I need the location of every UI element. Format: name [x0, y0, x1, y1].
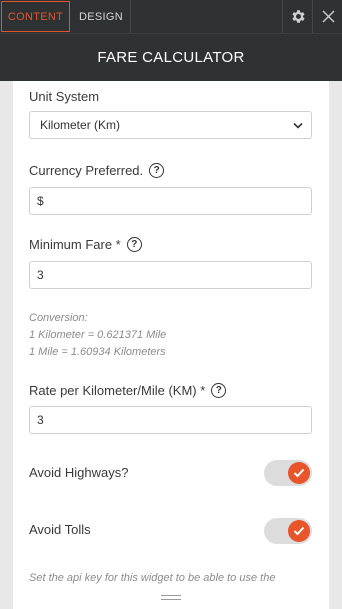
currency-input[interactable]: $ [29, 187, 312, 215]
avoid-highways-toggle[interactable] [264, 460, 312, 486]
unit-system-label-text: Unit System [29, 89, 100, 104]
check-icon [293, 526, 305, 536]
settings-button[interactable] [283, 0, 313, 33]
help-icon[interactable]: ? [126, 237, 142, 252]
rate-input[interactable]: 3 [29, 406, 312, 434]
minimum-fare-label: Minimum Fare * ? [29, 237, 142, 252]
avoid-highways-label-text: Avoid Highways? [29, 465, 129, 480]
minimum-fare-value: 3 [37, 268, 44, 282]
rate-label: Rate per Kilometer/Mile (KM) * ? [29, 383, 227, 398]
minimum-fare-label-text: Minimum Fare * [29, 237, 121, 252]
avoid-tolls-label: Avoid Tolls [29, 522, 91, 537]
close-button[interactable] [313, 0, 342, 33]
api-key-note: Set the api key for this widget to be ab… [29, 570, 275, 587]
help-icon[interactable]: ? [149, 163, 165, 178]
help-icon[interactable]: ? [211, 383, 227, 398]
tab-design[interactable]: DESIGN [72, 1, 130, 32]
api-key-note-text: Set the api key for this widget to be ab… [29, 572, 276, 584]
avoid-tolls-label-text: Avoid Tolls [29, 522, 91, 537]
top-toolbar: CONTENT DESIGN [0, 0, 342, 33]
toggle-knob [288, 462, 310, 484]
conversion-line-1: 1 Kilometer = 0.621371 Mile [29, 329, 167, 341]
avoid-tolls-toggle[interactable] [264, 518, 312, 544]
conversion-line-2: 1 Mile = 1.60934 Kilometers [29, 346, 166, 358]
toggle-knob [288, 520, 310, 542]
unit-system-value: Kilometer (Km) [40, 118, 121, 132]
conversion-heading: Conversion: [29, 312, 88, 324]
avoid-highways-label: Avoid Highways? [29, 465, 128, 480]
page-header: FARE CALCULATOR [0, 33, 342, 81]
rate-label-text: Rate per Kilometer/Mile (KM) * [29, 383, 206, 398]
currency-label: Currency Preferred. ? [29, 163, 165, 178]
currency-value: $ [37, 194, 44, 208]
close-icon [322, 10, 334, 23]
settings-panel[interactable]: Unit System Kilometer (Km) Currency Pref… [13, 81, 329, 609]
currency-label-text: Currency Preferred. [29, 163, 144, 178]
unit-system-label: Unit System [29, 89, 99, 104]
unit-system-select[interactable]: Kilometer (Km) [29, 111, 312, 139]
page-title: FARE CALCULATOR [97, 49, 245, 66]
gear-icon [291, 10, 305, 23]
resize-handle[interactable] [0, 590, 342, 609]
chevron-down-icon [293, 122, 303, 129]
rate-value: 3 [37, 413, 44, 427]
divider [130, 0, 131, 33]
minimum-fare-input[interactable]: 3 [29, 261, 312, 289]
conversion-note: Conversion: 1 Kilometer = 0.621371 Mile … [29, 310, 166, 361]
check-icon [293, 468, 305, 478]
tab-content[interactable]: CONTENT [1, 1, 70, 32]
